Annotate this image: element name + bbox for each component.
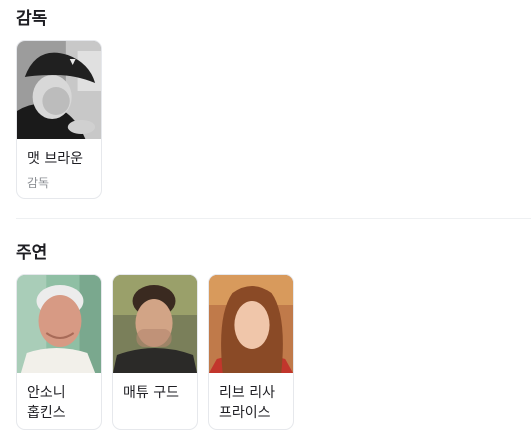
person-name: 리브 리사 프라이스 (219, 385, 275, 421)
person-card-director[interactable]: 맷 브라운 감독 (16, 40, 102, 199)
person-photo (113, 275, 197, 373)
person-card-cast-1[interactable]: 안소니 홉킨스 (16, 274, 102, 430)
section-title-cast: 주연 (16, 243, 48, 263)
person-name: 맷 브라운 (27, 151, 83, 167)
person-photo (17, 41, 101, 139)
person-role: 감독 (27, 176, 50, 190)
section-divider (16, 218, 531, 219)
section-title-director: 감독 (16, 9, 48, 29)
person-card-cast-3[interactable]: 리브 리사 프라이스 (208, 274, 294, 430)
person-name: 매튜 구드 (123, 385, 179, 401)
person-photo (17, 275, 101, 373)
person-card-cast-2[interactable]: 매튜 구드 (112, 274, 198, 430)
person-photo (209, 275, 293, 373)
person-name: 안소니 홉킨스 (27, 385, 66, 421)
